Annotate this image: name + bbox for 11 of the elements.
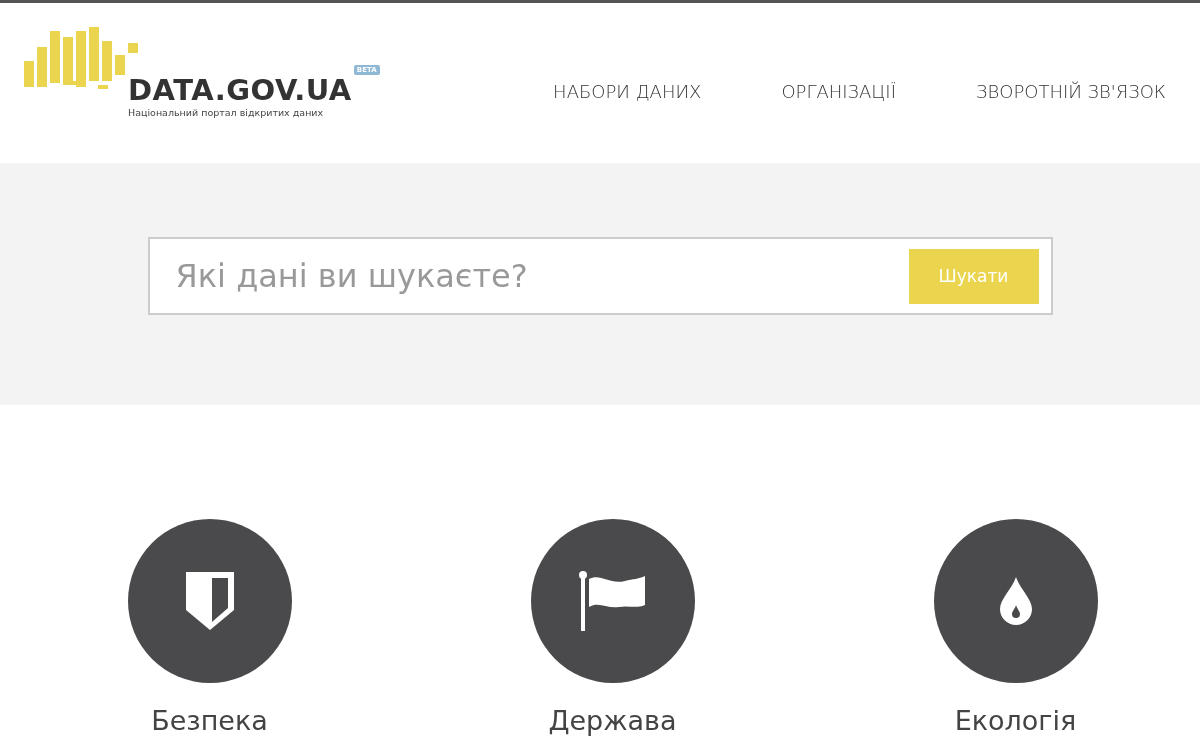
category-label[interactable]: Безпека <box>151 705 268 736</box>
category-label[interactable]: Екологія <box>954 705 1077 736</box>
category-label[interactable]: Держава <box>548 705 677 736</box>
nav-link[interactable]: ОРГАНІЗАЦІЇ <box>781 81 896 102</box>
site-title[interactable]: DATA.GOV.UA <box>128 73 352 107</box>
flag-icon <box>578 571 647 631</box>
nav-link[interactable]: ЗВОРОТНІЙ ЗВ'ЯЗОК <box>975 81 1166 102</box>
drop-icon <box>999 577 1032 625</box>
site-subtitle: Національний портал відкритих даних <box>128 107 325 118</box>
shield-icon <box>183 570 236 632</box>
nav-link[interactable]: НАБОРИ ДАНИХ <box>553 81 702 102</box>
